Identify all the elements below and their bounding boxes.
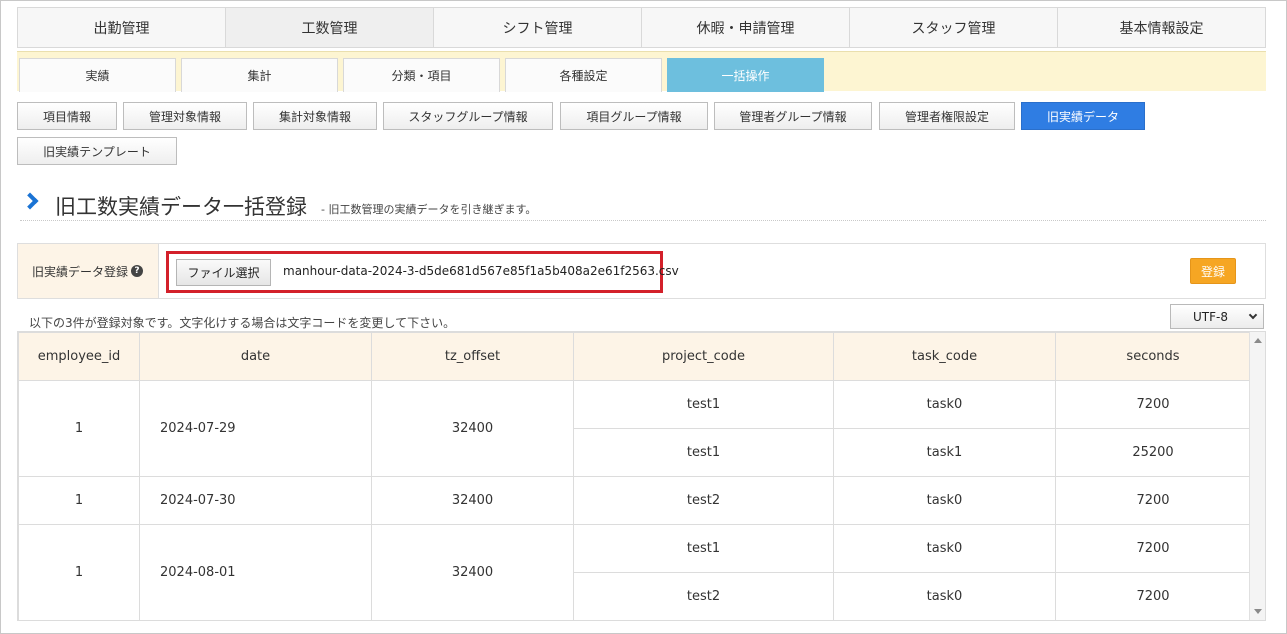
scroll-down-icon[interactable] <box>1254 609 1262 614</box>
cell-task-code: task0 <box>833 476 1056 525</box>
managed-target-button[interactable]: 管理対象情報 <box>123 102 247 130</box>
cell-project-code: test1 <box>573 428 834 477</box>
cell-seconds: 7200 <box>1055 572 1251 620</box>
admin-permission-button[interactable]: 管理者権限設定 <box>879 102 1015 130</box>
file-select-button[interactable]: ファイル選択 <box>176 259 271 286</box>
subtab-summary[interactable]: 集計 <box>181 58 338 92</box>
cell-employee-id: 1 <box>18 524 140 620</box>
upload-label: 旧実績データ登録 ? <box>18 244 159 298</box>
register-button[interactable]: 登録 <box>1190 258 1236 284</box>
cell-project-code: test2 <box>573 476 834 525</box>
cell-date: 2024-07-30 <box>139 476 372 525</box>
records-note: 以下の3件が登録対象です。文字化けする場合は文字コードを変更して下さい。 <box>29 316 456 330</box>
subtab-results[interactable]: 実績 <box>19 58 176 92</box>
cell-project-code: test1 <box>573 380 834 429</box>
table-scrollbar[interactable] <box>1249 332 1265 620</box>
subtab-category[interactable]: 分類・項目 <box>343 58 500 92</box>
cell-project-code: test2 <box>573 572 834 620</box>
cell-employee-id: 1 <box>18 476 140 525</box>
item-info-button[interactable]: 項目情報 <box>17 102 117 130</box>
page-subtitle: - 旧工数管理の実績データを引き継ぎます。 <box>321 203 537 216</box>
data-table-container: employee_id date tz_offset project_code … <box>17 331 1266 621</box>
old-results-data-button[interactable]: 旧実績データ <box>1021 102 1145 130</box>
selected-file-name: manhour-data-2024-3-d5de681d567e85f1a5b4… <box>283 264 679 278</box>
upload-label-text: 旧実績データ登録 <box>32 264 129 279</box>
cell-date: 2024-08-01 <box>139 524 372 620</box>
cell-tz-offset: 32400 <box>371 380 574 477</box>
tab-manhour[interactable]: 工数管理 <box>225 7 433 48</box>
cell-project-code: test1 <box>573 524 834 573</box>
subtab-settings[interactable]: 各種設定 <box>505 58 662 92</box>
cell-seconds: 7200 <box>1055 524 1251 573</box>
summary-target-button[interactable]: 集計対象情報 <box>253 102 377 130</box>
col-project-code: project_code <box>573 332 834 381</box>
table-row: 1 2024-07-29 32400 test1 task0 7200 <box>18 380 1251 477</box>
page-title: 旧工数実績データ一括登録 <box>55 195 307 219</box>
help-icon[interactable]: ? <box>131 265 144 277</box>
section-heading: 旧工数実績データ一括登録 - 旧工数管理の実績データを引き継ぎます。 <box>20 188 1266 221</box>
tab-shift[interactable]: シフト管理 <box>433 7 641 48</box>
cell-task-code: task0 <box>833 380 1056 429</box>
table-row: 1 2024-07-30 32400 test2 task0 7200 <box>18 476 1251 525</box>
admin-group-button[interactable]: 管理者グループ情報 <box>714 102 872 130</box>
main-tab-bar: 出勤管理 工数管理 シフト管理 休暇・申請管理 スタッフ管理 基本情報設定 <box>17 7 1266 48</box>
staff-group-button[interactable]: スタッフグループ情報 <box>383 102 553 130</box>
col-date: date <box>139 332 372 381</box>
cell-task-code: task0 <box>833 572 1056 620</box>
data-table: employee_id date tz_offset project_code … <box>18 332 1251 620</box>
cell-tz-offset: 32400 <box>371 524 574 620</box>
col-tz-offset: tz_offset <box>371 332 574 381</box>
file-input-highlight: ファイル選択 manhour-data-2024-3-d5de681d567e8… <box>166 251 679 293</box>
cell-task-code: task1 <box>833 428 1056 477</box>
cell-date: 2024-07-29 <box>139 380 372 477</box>
tab-attendance[interactable]: 出勤管理 <box>17 7 225 48</box>
tab-staff[interactable]: スタッフ管理 <box>849 7 1057 48</box>
chevron-right-icon <box>21 192 39 210</box>
tab-leave[interactable]: 休暇・申請管理 <box>641 7 849 48</box>
encoding-value: UTF-8 <box>1193 309 1228 324</box>
sub-tab-bar: 実績 集計 分類・項目 各種設定 一括操作 <box>17 51 1266 92</box>
cell-seconds: 7200 <box>1055 476 1251 525</box>
scroll-up-icon[interactable] <box>1254 338 1262 343</box>
upload-form-row: 旧実績データ登録 ? ファイル選択 manhour-data-2024-3-d5… <box>17 243 1266 299</box>
cell-task-code: task0 <box>833 524 1056 573</box>
tab-basic-settings[interactable]: 基本情報設定 <box>1057 7 1266 48</box>
cell-tz-offset: 32400 <box>371 476 574 525</box>
item-group-button[interactable]: 項目グループ情報 <box>560 102 708 130</box>
cell-seconds: 25200 <box>1055 428 1251 477</box>
col-task-code: task_code <box>833 332 1056 381</box>
table-header-row: employee_id date tz_offset project_code … <box>18 332 1251 381</box>
table-row: 1 2024-08-01 32400 test1 task0 7200 <box>18 524 1251 620</box>
encoding-select[interactable]: UTF-8 <box>1170 304 1264 329</box>
col-employee-id: employee_id <box>18 332 140 381</box>
chevron-down-icon <box>1248 310 1258 320</box>
subtab-bulk-ops[interactable]: 一括操作 <box>667 58 824 92</box>
cell-seconds: 7200 <box>1055 380 1251 429</box>
col-seconds: seconds <box>1055 332 1251 381</box>
cell-employee-id: 1 <box>18 380 140 477</box>
old-results-template-button[interactable]: 旧実績テンプレート <box>17 137 177 165</box>
